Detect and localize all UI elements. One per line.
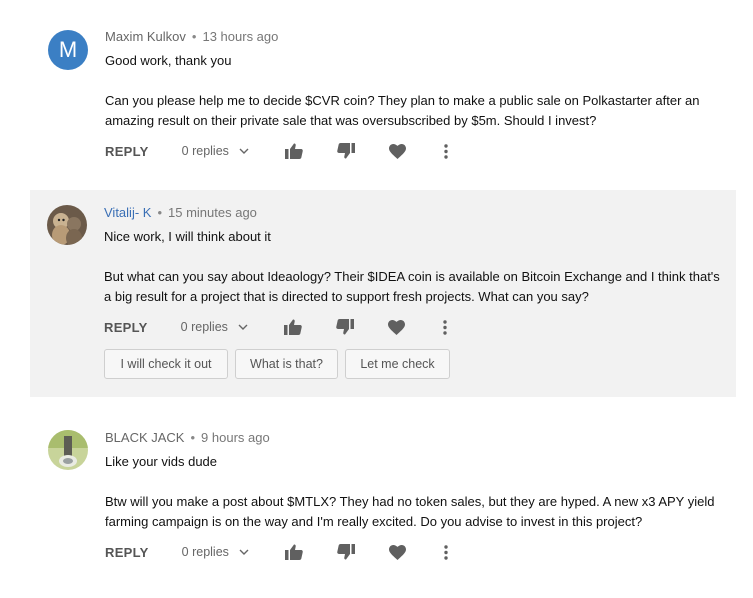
timestamp[interactable]: 15 minutes ago — [168, 205, 257, 220]
comment-text-line: a big result for a project that is direc… — [104, 289, 589, 304]
chevron-down-icon — [239, 148, 249, 154]
thumbs-down-icon[interactable] — [336, 319, 354, 335]
comment-meta: BLACK JACK • 9 hours ago — [105, 430, 270, 445]
replies-toggle[interactable]: 0 replies — [181, 320, 248, 334]
comment-meta: Maxim Kulkov • 13 hours ago — [105, 29, 278, 44]
more-vertical-icon[interactable] — [443, 319, 447, 335]
separator-dot: • — [191, 29, 197, 44]
heart-icon[interactable] — [387, 319, 405, 335]
more-vertical-icon[interactable] — [444, 544, 448, 560]
comment-2: Vitalij- K • 15 minutes ago Nice work, I w… — [30, 190, 736, 397]
more-vertical-icon[interactable] — [444, 143, 448, 159]
comment-text-line: farming campaign is on the way and I'm r… — [105, 514, 643, 529]
thumbs-up-icon[interactable] — [284, 544, 303, 560]
avatar-letter: M — [58, 37, 78, 62]
author-name[interactable]: BLACK JACK — [105, 430, 184, 445]
heart-icon[interactable] — [388, 143, 406, 159]
suggestion-chip[interactable]: Let me check — [345, 349, 450, 379]
comment-text-line: Like your vids dude — [105, 454, 218, 469]
thumbs-up-icon[interactable] — [284, 143, 303, 159]
separator-dot: • — [157, 205, 163, 220]
reply-button[interactable]: REPLY — [104, 320, 148, 335]
avatar[interactable] — [48, 430, 88, 470]
replies-toggle[interactable]: 0 replies — [182, 144, 249, 158]
timestamp[interactable]: 13 hours ago — [202, 29, 278, 44]
replies-toggle[interactable]: 0 replies — [182, 545, 249, 559]
comment-actions: REPLY 0 replies — [105, 140, 448, 162]
avatar[interactable] — [47, 205, 87, 245]
thumbs-up-icon[interactable] — [283, 319, 302, 335]
comment-text-line: Nice work, I will think about it — [104, 229, 271, 244]
author-name[interactable]: Vitalij- K — [104, 205, 151, 220]
thumbs-down-icon[interactable] — [337, 143, 355, 159]
replies-count: 0 replies — [180, 320, 228, 334]
comment-text-line: amazing result on their private sale tha… — [105, 113, 597, 128]
comment-meta: Vitalij- K • 15 minutes ago — [104, 205, 257, 220]
comment-text-line: But what can you say about Ideaology? Th… — [104, 269, 720, 284]
comment-text-line: Btw will you make a post about $MTLX? Th… — [105, 494, 715, 509]
chevron-down-icon — [239, 549, 249, 555]
comment-3: BLACK JACK • 9 hours ago Like your vids du… — [0, 415, 753, 598]
reply-button[interactable]: REPLY — [105, 144, 149, 159]
timestamp[interactable]: 9 hours ago — [201, 430, 270, 445]
suggestion-chip[interactable]: I will check it out — [104, 349, 228, 379]
comment-text-line: Can you please help me to decide $CVR co… — [105, 93, 700, 108]
author-name[interactable]: Maxim Kulkov — [105, 29, 186, 44]
separator-dot: • — [190, 430, 196, 445]
reply-button[interactable]: REPLY — [105, 545, 149, 560]
replies-count: 0 replies — [181, 144, 229, 158]
comment-text-line: Good work, thank you — [105, 53, 232, 68]
chevron-down-icon — [238, 324, 248, 330]
thumbs-down-icon[interactable] — [337, 544, 355, 560]
comment-actions: REPLY 0 replies — [104, 316, 447, 338]
replies-count: 0 replies — [181, 545, 229, 559]
comment-1: M Maxim Kulkov • 13 hours ago Good work, t… — [0, 0, 753, 190]
comment-actions: REPLY 0 replies — [105, 541, 448, 563]
avatar[interactable]: M — [48, 30, 88, 70]
heart-icon[interactable] — [388, 544, 406, 560]
suggestion-chip[interactable]: What is that? — [235, 349, 338, 379]
